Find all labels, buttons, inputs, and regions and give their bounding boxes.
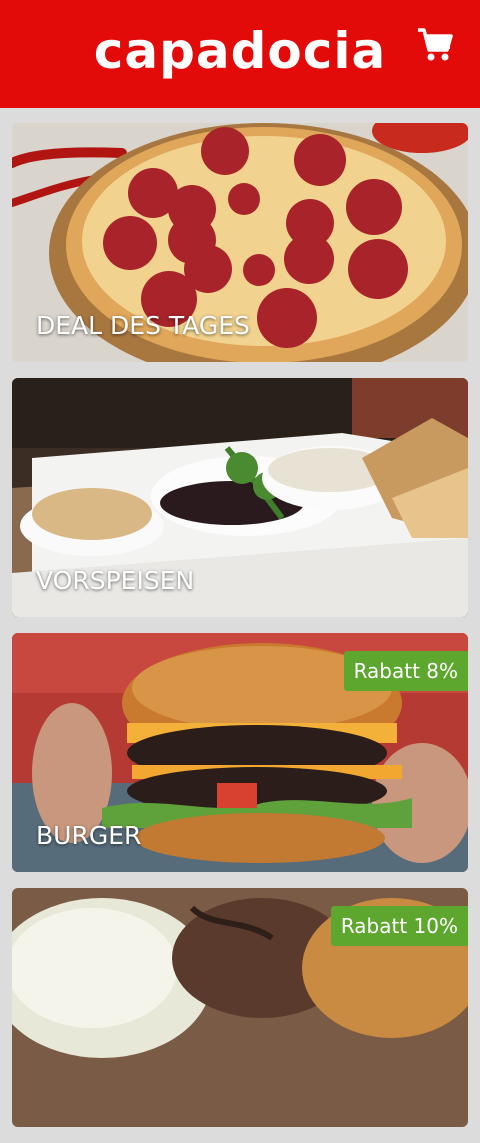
cart-icon[interactable]: [416, 26, 454, 64]
category-title: DEAL DES TAGES: [36, 311, 250, 340]
app-logo: capadocia: [93, 22, 387, 80]
discount-badge: Rabatt 10%: [330, 906, 468, 946]
category-title: BURGER: [36, 821, 142, 850]
category-title: VORSPEISEN: [36, 566, 195, 595]
app-header: capadocia: [0, 0, 480, 108]
category-card-burger[interactable]: Rabatt 8% BURGER: [12, 633, 468, 872]
category-card-vorspeisen[interactable]: VORSPEISEN: [12, 378, 468, 617]
category-list: DEAL DES TAGES VORSPEISEN Rabatt 8% BURG…: [12, 123, 468, 1143]
discount-badge: Rabatt 8%: [343, 651, 468, 691]
category-card-4[interactable]: Rabatt 10%: [12, 888, 468, 1127]
category-card-deal-des-tages[interactable]: DEAL DES TAGES: [12, 123, 468, 362]
